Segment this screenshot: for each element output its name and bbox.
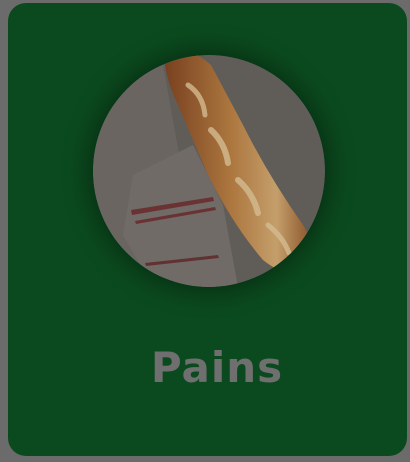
category-card-pains[interactable]: Pains	[8, 3, 407, 456]
category-title: Pains	[150, 343, 284, 392]
baguette-photo	[93, 55, 325, 287]
bread-image	[93, 55, 325, 287]
